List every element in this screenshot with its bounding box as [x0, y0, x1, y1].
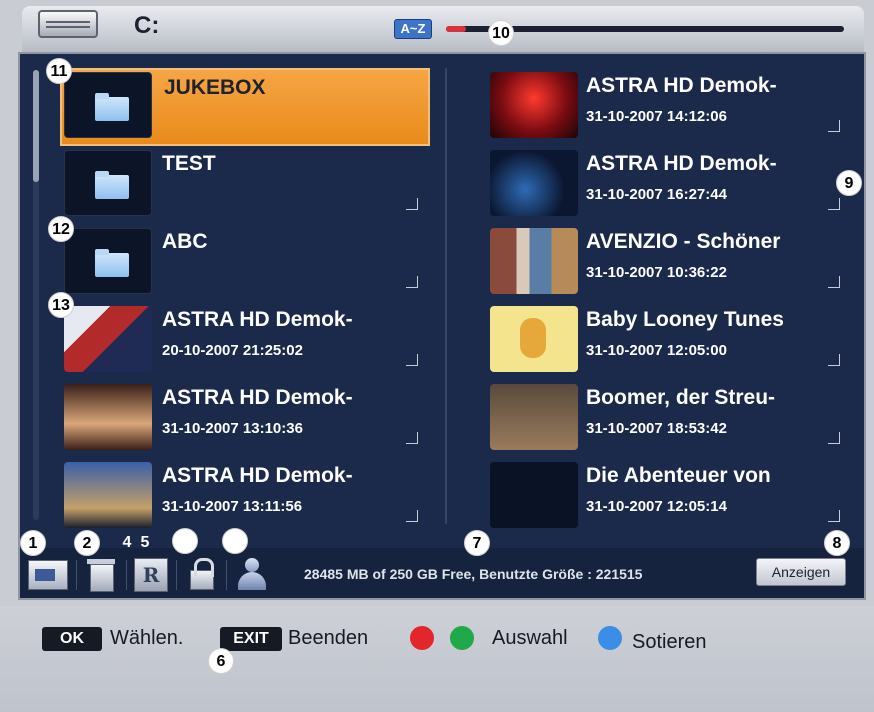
- item-date: 31-10-2007 14:12:06: [586, 108, 727, 125]
- item-title: Die Abenteuer von: [586, 464, 771, 487]
- callout-8: 8: [824, 530, 850, 556]
- item-date: 31-10-2007 10:36:22: [586, 264, 727, 281]
- list-item-video[interactable]: ASTRA HD Demok- 20-10-2007 21:25:02: [60, 302, 430, 380]
- lock-icon[interactable]: [184, 556, 218, 590]
- green-button-icon[interactable]: [450, 626, 474, 650]
- drive-label: C:: [134, 12, 160, 39]
- red-button-icon[interactable]: [410, 626, 434, 650]
- callout-1: 1: [20, 530, 46, 556]
- item-title: Boomer, der Streu-: [586, 386, 776, 409]
- item-date: 31-10-2007 13:10:36: [162, 420, 303, 437]
- user-icon[interactable]: [234, 556, 268, 590]
- item-checkbox[interactable]: [828, 510, 840, 522]
- item-title: ASTRA HD Demok-: [586, 152, 777, 175]
- callout-12: 12: [48, 216, 74, 242]
- item-checkbox[interactable]: [406, 510, 418, 522]
- sort-az-badge[interactable]: A~Z: [394, 19, 432, 39]
- toolbar-separator: [76, 560, 77, 590]
- item-title: ASTRA HD Demok-: [586, 74, 777, 97]
- callout-5: 5: [140, 534, 150, 551]
- list-item-video[interactable]: ASTRA HD Demok- 31-10-2007 13:11:56: [60, 458, 430, 536]
- video-thumbnail: [490, 462, 578, 528]
- video-thumbnail: [490, 306, 578, 372]
- item-date: 31-10-2007 12:05:14: [586, 498, 727, 515]
- callout-6: 6: [208, 648, 234, 674]
- item-checkbox[interactable]: [828, 432, 840, 444]
- footer-help-bar: [0, 606, 874, 712]
- video-thumbnail: [490, 384, 578, 450]
- callout-blank: [172, 528, 198, 554]
- video-thumbnail: [64, 462, 152, 528]
- list-item-video[interactable]: ASTRA HD Demok- 31-10-2007 14:12:06: [488, 68, 848, 146]
- item-title: ABC: [162, 230, 208, 253]
- list-item-video[interactable]: Die Abenteuer von 31-10-2007 12:05:14: [488, 458, 848, 536]
- exit-key[interactable]: EXIT: [220, 627, 282, 651]
- select-label: Auswahl: [492, 627, 568, 649]
- item-checkbox[interactable]: [406, 276, 418, 288]
- scrollbar[interactable]: [33, 70, 39, 520]
- storage-info: 28485 MB of 250 GB Free, Benutzte Größe …: [304, 566, 643, 582]
- item-date: 31-10-2007 12:05:00: [586, 342, 727, 359]
- callout-9: 9: [836, 170, 862, 196]
- sort-label: Sotieren: [632, 631, 707, 653]
- video-thumbnail: [64, 306, 152, 372]
- folder-icon: [64, 150, 152, 216]
- callout-7: 7: [464, 530, 490, 556]
- scrollbar-thumb[interactable]: [33, 70, 39, 182]
- item-checkbox[interactable]: [828, 120, 840, 132]
- column-divider: [445, 68, 447, 524]
- toolbar-separator: [126, 560, 127, 590]
- folder-icon: [64, 228, 152, 294]
- item-date: 31-10-2007 16:27:44: [586, 186, 727, 203]
- callout-2: 2: [74, 530, 100, 556]
- item-checkbox[interactable]: [828, 198, 840, 210]
- list-item-video[interactable]: Baby Looney Tunes 31-10-2007 12:05:00: [488, 302, 848, 380]
- folder-icon: [64, 72, 152, 138]
- item-title: TEST: [162, 152, 216, 175]
- callout-11: 11: [46, 58, 72, 84]
- item-date: 31-10-2007 18:53:42: [586, 420, 727, 437]
- show-button[interactable]: Anzeigen: [756, 558, 846, 586]
- callout-13: 13: [48, 292, 74, 318]
- item-checkbox[interactable]: [828, 276, 840, 288]
- item-title: ASTRA HD Demok-: [162, 386, 353, 409]
- list-item-folder[interactable]: TEST: [60, 146, 430, 224]
- item-date: 31-10-2007 13:11:56: [162, 498, 303, 515]
- item-title: AVENZIO - Schöner: [586, 230, 781, 253]
- item-date: 20-10-2007 21:25:02: [162, 342, 303, 359]
- toolbar-separator: [176, 560, 177, 590]
- blue-button-icon[interactable]: [598, 626, 622, 650]
- item-checkbox[interactable]: [406, 354, 418, 366]
- callout-10: 10: [488, 20, 514, 46]
- item-checkbox[interactable]: [828, 354, 840, 366]
- item-title: ASTRA HD Demok-: [162, 308, 353, 331]
- ok-label: Wählen.: [110, 627, 184, 649]
- item-checkbox[interactable]: [406, 198, 418, 210]
- video-thumbnail: [64, 384, 152, 450]
- video-thumbnail: [490, 72, 578, 138]
- item-title: ASTRA HD Demok-: [162, 464, 353, 487]
- view-mode-icon[interactable]: [28, 560, 68, 590]
- rename-icon[interactable]: R: [134, 558, 168, 592]
- video-thumbnail: [490, 228, 578, 294]
- toolbar-separator: [226, 560, 227, 590]
- list-item-video[interactable]: ASTRA HD Demok- 31-10-2007 13:10:36: [60, 380, 430, 458]
- storage-progress-fill: [446, 26, 466, 32]
- list-item-folder[interactable]: JUKEBOX: [60, 68, 430, 146]
- list-item-video[interactable]: ASTRA HD Demok- 31-10-2007 16:27:44: [488, 146, 848, 224]
- list-item-video[interactable]: AVENZIO - Schöner 31-10-2007 10:36:22: [488, 224, 848, 302]
- item-checkbox[interactable]: [406, 432, 418, 444]
- trash-icon[interactable]: [84, 556, 118, 592]
- list-item-folder[interactable]: ABC: [60, 224, 430, 302]
- exit-label: Beenden: [288, 627, 369, 649]
- drive-icon[interactable]: [38, 10, 98, 38]
- item-title: JUKEBOX: [164, 76, 266, 99]
- callout-blank: [222, 528, 248, 554]
- video-thumbnail: [490, 150, 578, 216]
- list-item-video[interactable]: Boomer, der Streu- 31-10-2007 18:53:42: [488, 380, 848, 458]
- ok-key[interactable]: OK: [42, 627, 102, 651]
- item-title: Baby Looney Tunes: [586, 308, 784, 331]
